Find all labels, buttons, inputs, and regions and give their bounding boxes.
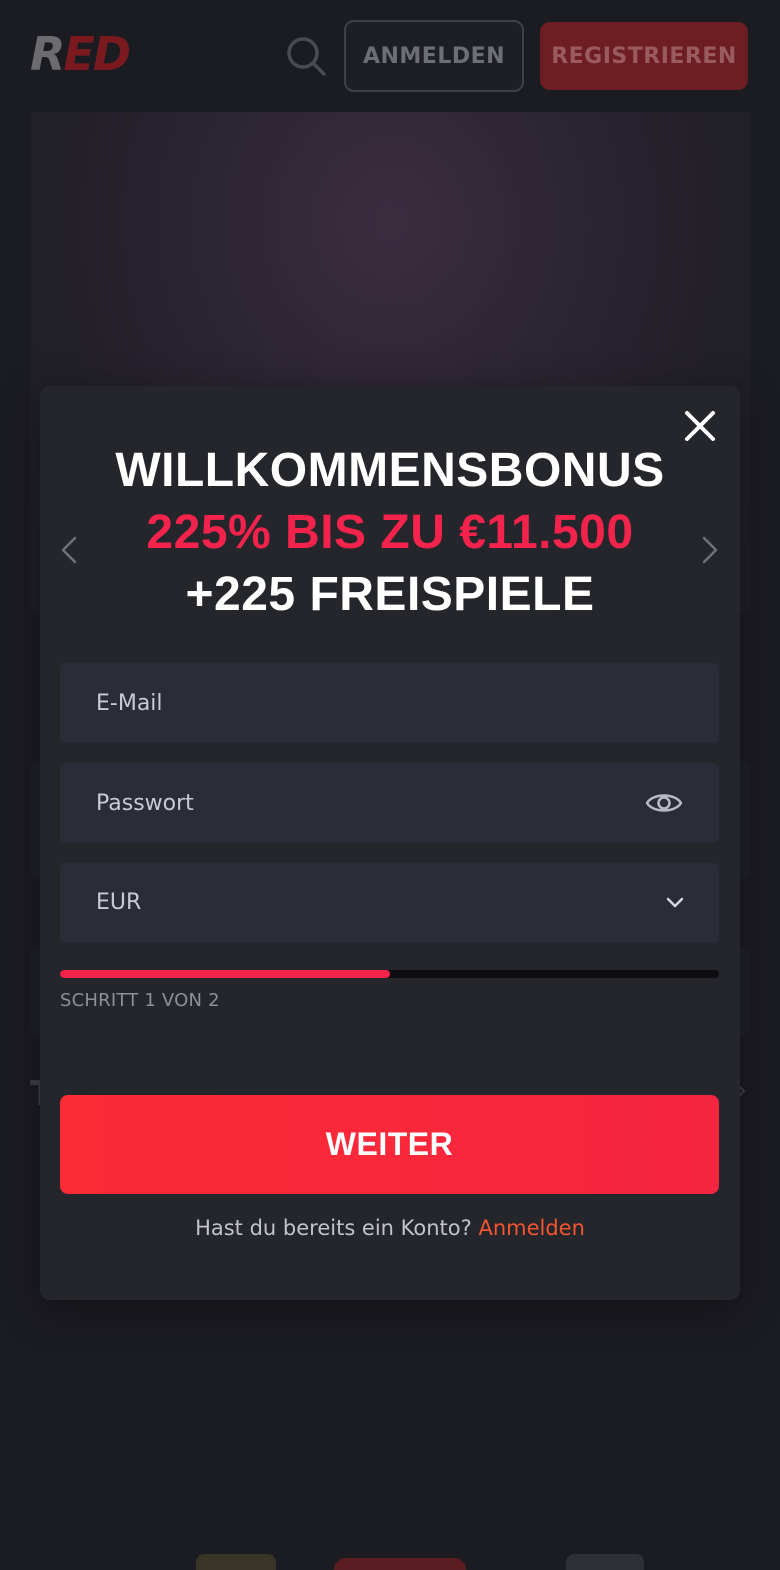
toggle-password-visibility[interactable] [644,785,684,821]
bottom-nav-item [196,1554,276,1570]
red-logo[interactable]: RED [30,26,131,82]
password-input[interactable] [60,763,719,843]
step-label: SCHRITT 1 VON 2 [60,990,220,1011]
bonus-free-spins: +225 FREISPIELE [185,568,595,621]
bottom-nav-center [334,1558,466,1570]
search-icon [287,37,326,76]
currency-selected-value: EUR [96,890,142,915]
email-input[interactable] [60,663,719,743]
search-button[interactable] [284,34,328,78]
header-register-button[interactable]: REGISTRIEREN [540,22,748,90]
currency-select[interactable]: EUR [60,863,719,943]
login-prompt-text: Hast du bereits ein Konto? [195,1216,479,1240]
registration-modal: WILLKOMMENSBONUS 225% BIS ZU €11.500 +22… [40,386,740,1300]
password-field[interactable] [60,763,719,843]
step-progress-fill [60,970,390,978]
bottom-nav-item [566,1554,644,1570]
login-link[interactable]: Anmelden [478,1216,584,1240]
page-header: RED ANMELDEN REGISTRIEREN [0,0,780,110]
continue-button[interactable]: WEITER [60,1095,719,1194]
email-field[interactable] [60,663,719,743]
bonus-title: WILLKOMMENSBONUS [115,444,665,497]
step-progress-bar [60,970,719,978]
chevron-down-icon [666,897,684,908]
bonus-amount: 225% BIS ZU €11.500 [146,506,634,559]
logo-letters-ed: ED [63,27,131,81]
login-prompt: Hast du bereits ein Konto? Anmelden [40,1216,740,1240]
header-login-button[interactable]: ANMELDEN [344,20,524,92]
eye-icon [645,794,683,812]
logo-letter-r: R [30,27,65,81]
